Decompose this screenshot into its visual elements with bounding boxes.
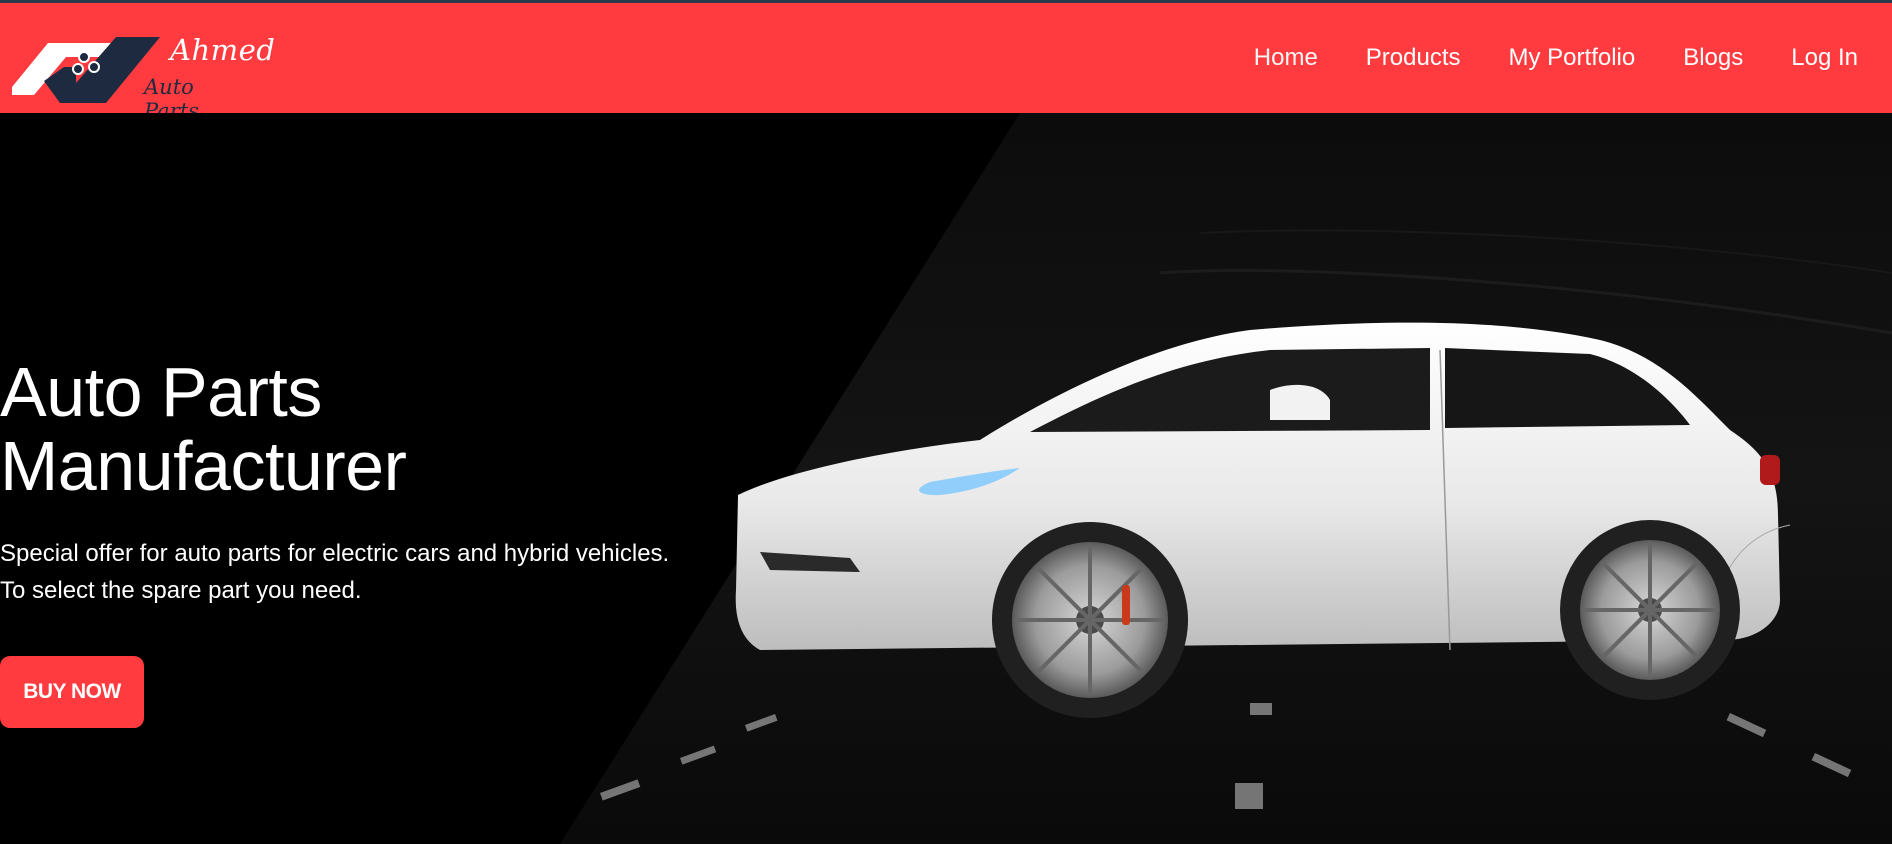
main-nav: Home Products My Portfolio Blogs Log In [1206, 3, 1858, 113]
nav-my-portfolio[interactable]: My Portfolio [1509, 44, 1636, 72]
buy-now-button[interactable]: BUY NOW [0, 656, 144, 728]
hero-title: Auto Parts Manufacturer [0, 353, 407, 505]
hero-title-line-2: Manufacturer [0, 427, 407, 505]
hero-description: Special offer for auto parts for electri… [0, 540, 670, 604]
logo-mark-icon [12, 37, 160, 103]
hero-title-line-1: Auto Parts [0, 353, 322, 431]
nav-log-in[interactable]: Log In [1791, 44, 1858, 72]
nav-home[interactable]: Home [1254, 44, 1318, 72]
hero-section: Auto Parts Manufacturer Special offer fo… [0, 113, 1892, 844]
brand-name: Ahmed [170, 33, 276, 67]
nav-blogs[interactable]: Blogs [1683, 44, 1743, 72]
brand-logo[interactable]: Ahmed Auto Parts [12, 23, 275, 123]
nav-products[interactable]: Products [1366, 44, 1461, 72]
car-image [735, 322, 1791, 718]
site-header: Ahmed Auto Parts Home Products My Portfo… [0, 3, 1892, 123]
